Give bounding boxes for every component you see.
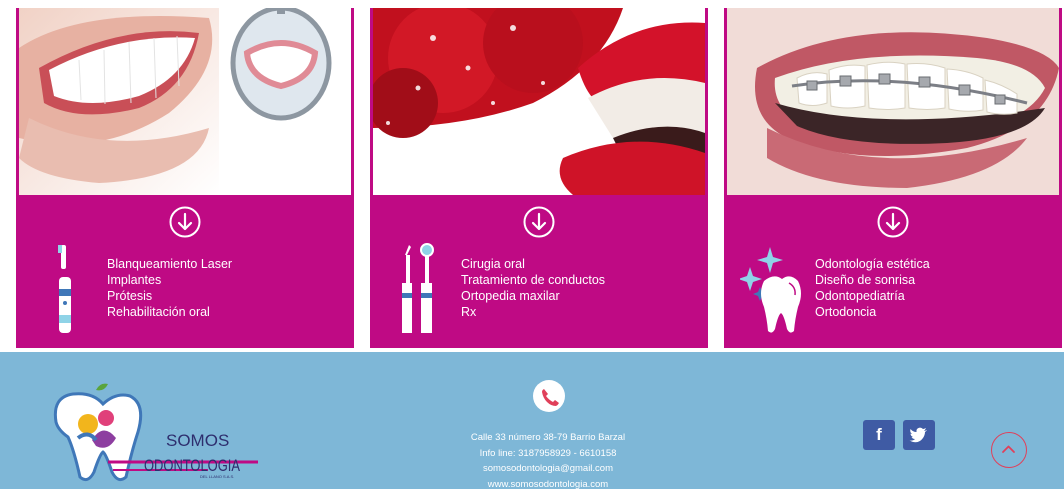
service-item: Tratamiento de conductos xyxy=(461,272,605,288)
service-item: Odontopediatría xyxy=(815,288,930,304)
somos-odontologia-logo[interactable]: SOMOS ODONTOLOGIA DEL LLANO S.A.S. xyxy=(48,382,278,482)
arrow-down-icon[interactable] xyxy=(522,205,556,239)
twitter-icon[interactable] xyxy=(903,420,935,450)
contact-info: Calle 33 número 38-79 Barrio Barzal Info… xyxy=(398,430,698,492)
scroll-to-top-button[interactable] xyxy=(991,432,1027,468)
toothbrush-icon xyxy=(56,243,76,335)
dental-tools-icon xyxy=(400,243,436,335)
service-list: Odontología estética Diseño de sonrisa O… xyxy=(815,256,930,320)
service-item: Implantes xyxy=(107,272,232,288)
footer: SOMOS ODONTOLOGIA DEL LLANO S.A.S. Calle… xyxy=(0,352,1064,489)
facebook-icon[interactable]: f xyxy=(863,420,895,450)
service-card-whitening: Blanqueamiento Laser Implantes Prótesis … xyxy=(16,8,354,348)
service-item: Prótesis xyxy=(107,288,232,304)
service-card-surgery: Cirugia oral Tratamiento de conductos Or… xyxy=(370,8,708,348)
service-list: Blanqueamiento Laser Implantes Prótesis … xyxy=(107,256,232,320)
cherries-lips-photo xyxy=(373,8,705,195)
sparkling-tooth-icon xyxy=(740,243,802,335)
service-item: Rx xyxy=(461,304,605,320)
contact-phone: Info line: 3187958929 - 6610158 xyxy=(398,446,698,462)
logo-somos: SOMOS xyxy=(166,431,229,450)
logo-odontologia: ODONTOLOGIA xyxy=(144,456,241,475)
chevron-up-icon xyxy=(992,433,1025,466)
service-item: Odontología estética xyxy=(815,256,930,272)
arrow-down-icon[interactable] xyxy=(876,205,910,239)
service-item: Ortodoncia xyxy=(815,304,930,320)
services-section: Blanqueamiento Laser Implantes Prótesis … xyxy=(0,0,1064,352)
contact-email[interactable]: somosodontologia@gmail.com xyxy=(398,461,698,477)
service-item: Diseño de sonrisa xyxy=(815,272,930,288)
service-card-aesthetic: Odontología estética Diseño de sonrisa O… xyxy=(724,8,1062,348)
contact-website[interactable]: www.somosodontologia.com xyxy=(398,477,698,492)
service-item: Blanqueamiento Laser xyxy=(107,256,232,272)
braces-smile-photo xyxy=(727,8,1059,195)
arrow-down-icon[interactable] xyxy=(168,205,202,239)
service-list: Cirugia oral Tratamiento de conductos Or… xyxy=(461,256,605,320)
service-item: Cirugia oral xyxy=(461,256,605,272)
logo-subtitle: DEL LLANO S.A.S. xyxy=(200,474,234,479)
smile-mirror-photo xyxy=(19,8,351,195)
service-item: Ortopedia maxilar xyxy=(461,288,605,304)
contact-address: Calle 33 número 38-79 Barrio Barzal xyxy=(398,430,698,446)
service-item: Rehabilitación oral xyxy=(107,304,232,320)
phone-icon xyxy=(533,380,565,412)
